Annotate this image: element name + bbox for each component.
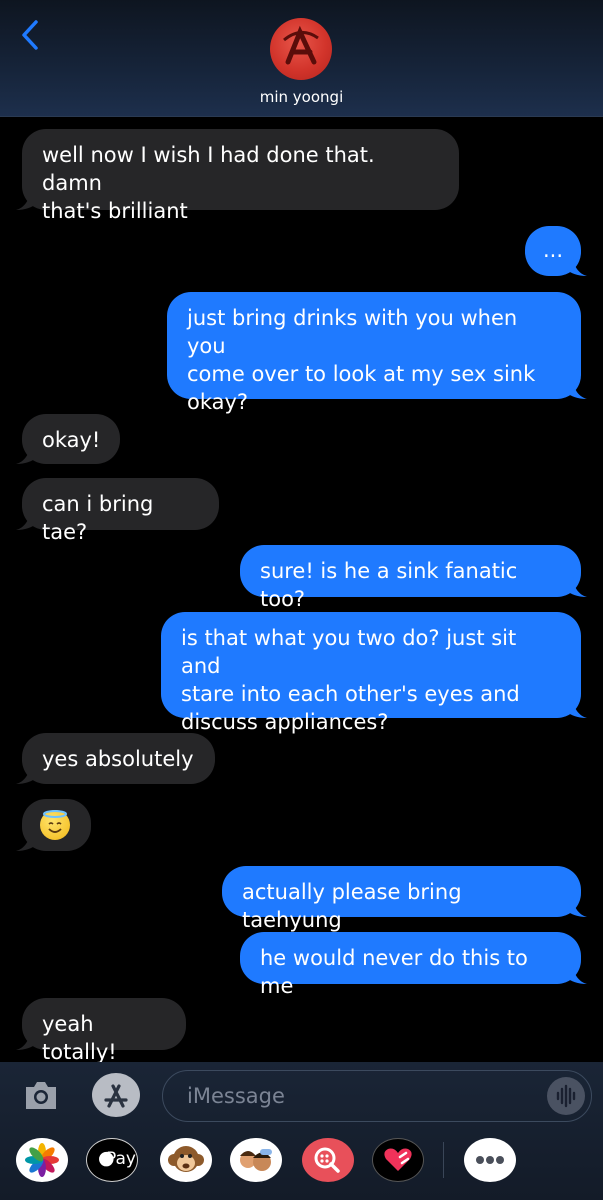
memoji-faces-button[interactable] <box>230 1138 282 1182</box>
monkey-memoji-icon <box>168 1146 204 1172</box>
message-text: is that what you two do? just sit and <box>181 626 517 678</box>
message-input[interactable]: iMessage <box>162 1070 592 1122</box>
message-bubble-outgoing[interactable]: sure! is he a sink fanatic too? <box>240 545 587 611</box>
image-search-icon <box>314 1147 340 1173</box>
message-bubble-outgoing[interactable]: he would never do this to me <box>240 932 587 998</box>
more-icon <box>476 1156 504 1164</box>
message-text: sure! is he a sink fanatic too? <box>260 559 518 611</box>
message-bubble-outgoing[interactable]: ... <box>525 226 587 276</box>
message-text: he would never do this to me <box>260 946 528 998</box>
message-text: yes absolutely <box>42 747 194 771</box>
app-drawer: ● Pay <box>0 1138 603 1184</box>
more-apps-button[interactable] <box>464 1138 516 1182</box>
message-bubble-outgoing[interactable]: actually please bring taehyung <box>222 866 587 932</box>
app-store-button[interactable] <box>92 1073 140 1117</box>
message-bubble-incoming[interactable] <box>16 799 91 851</box>
photos-icon <box>25 1143 59 1177</box>
message-bubble-outgoing[interactable]: is that what you two do? just sit and st… <box>161 612 587 734</box>
app-drawer-divider <box>443 1142 444 1178</box>
message-text: come over to look at my sex sink <box>187 362 536 386</box>
apple-pay-button[interactable]: ● Pay <box>86 1138 138 1182</box>
message-input-placeholder: iMessage <box>187 1084 285 1108</box>
image-search-button[interactable] <box>302 1138 354 1182</box>
message-text: stare into each other's eyes and <box>181 682 520 706</box>
camera-icon[interactable] <box>22 1077 60 1113</box>
app-store-icon <box>104 1084 128 1108</box>
message-thread: well now I wish I had done that. damn th… <box>0 116 603 1064</box>
conversation-header: min yoongi <box>0 0 603 117</box>
digital-touch-button[interactable] <box>372 1138 424 1182</box>
message-text: well now I wish I had done that. damn <box>42 143 375 195</box>
message-bubble-incoming[interactable]: well now I wish I had done that. damn th… <box>16 129 459 223</box>
message-text: yeah totally! <box>42 1012 117 1064</box>
digital-touch-heart-icon <box>384 1148 412 1171</box>
waveform-icon <box>556 1084 576 1108</box>
message-bubble-outgoing[interactable]: just bring drinks with you when you come… <box>167 292 587 414</box>
contact-avatar[interactable] <box>270 18 332 80</box>
message-text: okay! <box>42 428 101 452</box>
message-text: okay? <box>187 390 249 414</box>
message-text: can i bring tae? <box>42 492 154 544</box>
message-bubble-incoming[interactable]: okay! <box>16 414 120 464</box>
contact-name[interactable]: min yoongi <box>0 88 603 106</box>
chevron-left-icon[interactable] <box>16 18 46 52</box>
message-text: discuss appliances? <box>181 710 389 734</box>
monkey-memoji-button[interactable] <box>160 1138 212 1182</box>
apple-pay-label: Pay <box>106 1149 136 1169</box>
message-text: that's brilliant <box>42 199 188 223</box>
memoji-faces-icon <box>240 1149 272 1171</box>
audio-message-button[interactable] <box>547 1077 585 1115</box>
message-bubble-incoming[interactable]: can i bring tae? <box>16 478 219 544</box>
photos-app-button[interactable] <box>16 1138 68 1182</box>
message-text: actually please bring taehyung <box>242 880 462 932</box>
message-bubble-incoming[interactable]: yeah totally! <box>16 998 186 1064</box>
message-text: just bring drinks with you when you <box>187 306 518 358</box>
message-bubble-incoming[interactable]: yes absolutely <box>16 733 215 784</box>
halo-smiling-face-icon <box>40 810 70 840</box>
